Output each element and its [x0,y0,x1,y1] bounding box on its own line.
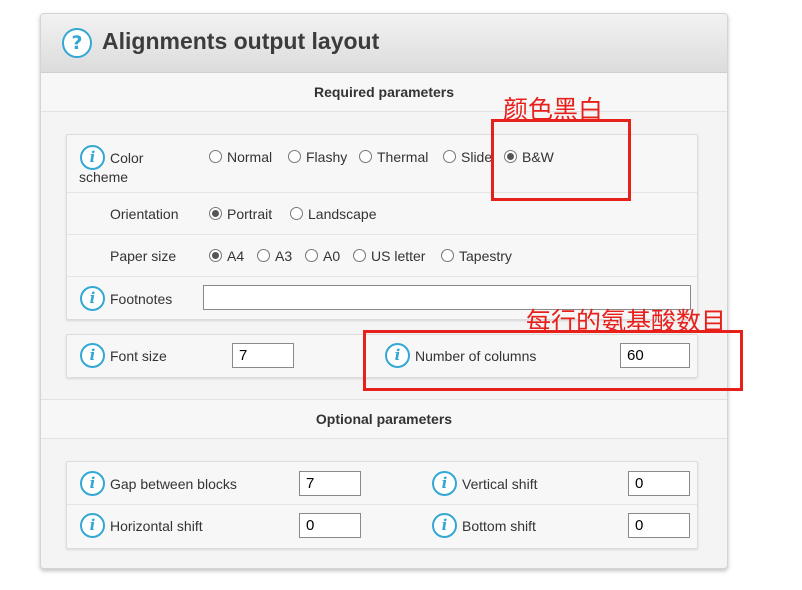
radio-dot[interactable] [209,150,222,163]
radio-dot[interactable] [359,150,372,163]
vertical-shift-input[interactable] [628,471,690,496]
gap-input[interactable] [299,471,361,496]
optional-parameters-box: i Gap between blocks i Vertical shift i … [66,461,698,549]
radio-dot[interactable] [290,207,303,220]
paper-us-letter-radio[interactable]: US letter [353,247,425,265]
info-icon[interactable]: i [80,145,105,170]
paper-a4-radio[interactable]: A4 [209,247,244,265]
required-parameters-heading: Required parameters [41,73,727,112]
color-thermal-radio[interactable]: Thermal [359,148,428,166]
paper-a3-radio[interactable]: A3 [257,247,292,265]
orientation-label: Orientation [110,206,179,222]
radio-dot-selected[interactable] [209,207,222,220]
optional-row-1: i Gap between blocks i Vertical shift [67,462,697,505]
help-icon[interactable]: ? [62,28,92,58]
color-normal-radio[interactable]: Normal [209,148,272,166]
info-icon[interactable]: i [80,471,105,496]
alignments-output-panel: ? Alignments output layout Required para… [40,13,728,569]
horizontal-shift-input[interactable] [299,513,361,538]
radio-dot[interactable] [305,249,318,262]
color-scheme-label-2: scheme [79,169,129,185]
info-icon[interactable]: i [432,513,457,538]
info-icon[interactable]: i [80,343,105,368]
orientation-portrait-radio[interactable]: Portrait [209,205,272,223]
optional-parameters-heading: Optional parameters [41,399,727,439]
vertical-shift-label: Vertical shift [462,476,538,492]
bottom-shift-label: Bottom shift [462,518,536,534]
paper-size-label: Paper size [110,248,177,264]
radio-dot[interactable] [288,150,301,163]
font-size-label: Font size [110,348,167,364]
bottom-shift-input[interactable] [628,513,690,538]
footnotes-label: Footnotes [110,291,173,307]
info-icon[interactable]: i [432,471,457,496]
color-flashy-radio[interactable]: Flashy [288,148,347,166]
font-size-input[interactable] [232,343,294,368]
page-title: Alignments output layout [102,28,380,54]
paper-tapestry-radio[interactable]: Tapestry [441,247,512,265]
radio-dot[interactable] [257,249,270,262]
color-scheme-label: Color [110,150,144,166]
optional-row-2: i Horizontal shift i Bottom shift [67,505,697,548]
radio-dot[interactable] [443,150,456,163]
panel-header: ? Alignments output layout [41,14,727,73]
radio-dot-selected[interactable] [209,249,222,262]
color-slide-radio[interactable]: Slide [443,148,492,166]
radio-dot[interactable] [441,249,454,262]
annotation-bw-box [491,119,631,201]
orientation-landscape-radio[interactable]: Landscape [290,205,377,223]
horizontal-shift-label: Horizontal shift [110,518,203,534]
annotation-columns-box [363,330,743,391]
info-icon[interactable]: i [80,286,105,311]
gap-label: Gap between blocks [110,476,237,492]
radio-dot[interactable] [353,249,366,262]
paper-size-row: Paper size A4 A3 A0 US letter Tapestry [67,235,697,277]
paper-a0-radio[interactable]: A0 [305,247,340,265]
info-icon[interactable]: i [80,513,105,538]
